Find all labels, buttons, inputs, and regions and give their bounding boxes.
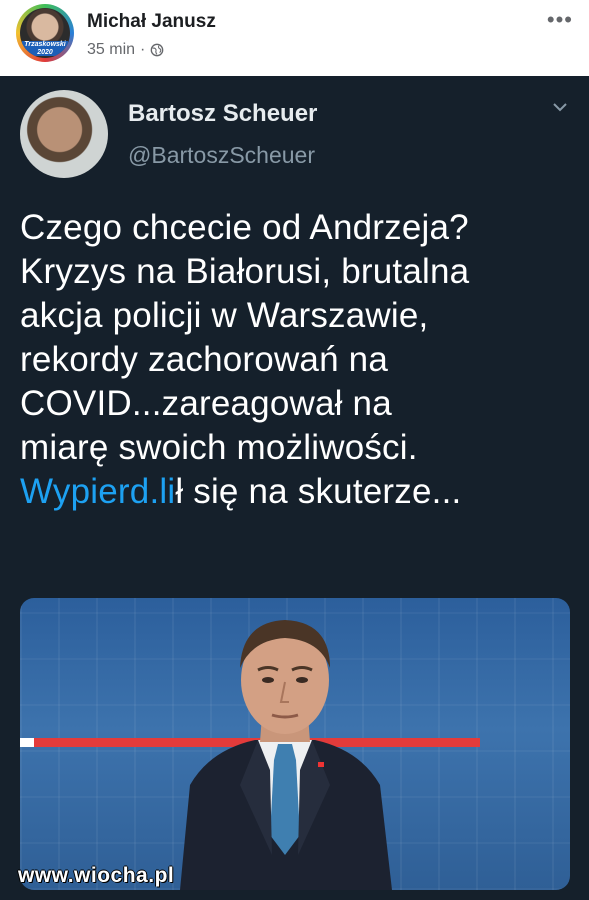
man-in-suit-photo — [180, 620, 392, 890]
post-header: Trzaskowski 2020 Michał Janusz 35 min · … — [0, 0, 589, 76]
tweet-line: Kryzys na Białorusi, brutalna — [20, 252, 470, 291]
tweet-line-last: Wypierd.lił się na skuterze... — [20, 470, 580, 514]
tweet-line: COVID...zareagował na — [20, 384, 392, 423]
tweet-text: Czego chcecie od Andrzeja? Kryzys na Bia… — [20, 206, 580, 514]
chevron-down-icon — [553, 103, 567, 112]
post-time[interactable]: 35 min — [87, 41, 135, 59]
site-watermark: www.wiocha.pl — [18, 864, 175, 887]
author-avatar[interactable]: Trzaskowski 2020 — [16, 4, 74, 62]
tweet-screenshot[interactable]: Bartosz Scheuer @BartoszScheuer Czego ch… — [0, 76, 589, 900]
avatar-photo: Trzaskowski 2020 — [20, 8, 70, 58]
tweet-line: Czego chcecie od Andrzeja? — [20, 208, 469, 247]
tweet-line: miarę swoich możliwości. — [20, 428, 418, 467]
tweet-author-avatar — [20, 90, 108, 178]
tweet-author-name: Bartosz Scheuer — [128, 100, 318, 127]
tweet-link[interactable]: Wypierd.li — [20, 472, 175, 511]
avatar-frame-badge: Trzaskowski 2020 — [22, 41, 68, 56]
tweet-line: rekordy zachorowań na — [20, 340, 389, 379]
tweet-line-rest: ł się na skuterze... — [175, 472, 462, 511]
ellipsis-icon[interactable]: ••• — [547, 9, 573, 31]
tweet-media-image[interactable] — [20, 598, 570, 890]
meta-separator: · — [140, 41, 146, 58]
globe-icon[interactable] — [150, 43, 164, 57]
post-meta: 35 min · — [87, 41, 164, 59]
tweet-line: akcja policji w Warszawie, — [20, 296, 429, 335]
author-name[interactable]: Michał Janusz — [87, 11, 216, 33]
tweet-author-handle: @BartoszScheuer — [128, 142, 315, 168]
